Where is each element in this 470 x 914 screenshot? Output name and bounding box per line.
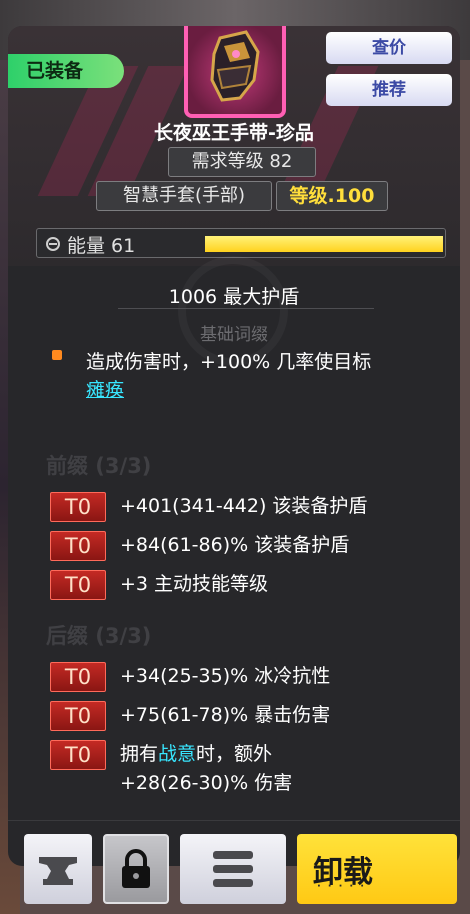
divider <box>118 308 374 309</box>
tier-badge: T0 <box>50 662 106 692</box>
item-level-badge: 等级.100 <box>276 181 388 211</box>
tier-badge: T0 <box>50 492 106 522</box>
anvil-icon <box>39 857 77 885</box>
anvil-button[interactable] <box>24 834 92 904</box>
prefix-section-title: 前缀 (3/3) <box>46 454 152 478</box>
affix-text-part: 时，额外 <box>196 743 273 765</box>
affix-text-part: 拥有 <box>120 743 159 765</box>
energy-label: 能量 61 <box>67 235 136 257</box>
unequip-dots: ····· <box>317 881 371 892</box>
affix-text: +34(25-35)% 冰冷抗性 <box>120 665 331 687</box>
menu-icon <box>213 851 253 887</box>
slot-type-badge: 智慧手套(手部) <box>96 181 272 211</box>
affix-text: +401(341-442) 该装备护盾 <box>120 495 368 517</box>
keyword-fighting-spirit[interactable]: 战意 <box>158 743 196 765</box>
main-stat: 1006 最大护盾 <box>168 286 300 308</box>
affix-text: +3 主动技能等级 <box>120 573 269 595</box>
affix-text: 拥有战意时，额外 +28(26-30)% 伤害 <box>120 740 292 798</box>
tier-badge: T0 <box>50 701 106 731</box>
item-name: 长夜巫王手带-珍品 <box>154 122 314 144</box>
prefix-affix-row: T0 +401(341-442) 该装备护盾 <box>50 492 450 522</box>
base-affix-text: 造成伤害时，+100% 几率使目标 瘫痪 <box>50 348 445 404</box>
price-check-button[interactable]: 查价 <box>326 32 452 64</box>
prefix-affix-row: T0 +84(61-86)% 该装备护盾 <box>50 531 450 561</box>
item-tooltip-panel: 已装备 查价 推荐 长夜巫王手带-珍品 需求等级 82 智慧手套(手部) 等级.… <box>8 26 460 866</box>
tier-badge: T0 <box>50 740 106 770</box>
tier-badge: T0 <box>50 531 106 561</box>
equipped-tag: 已装备 <box>8 54 124 88</box>
item-icon-frame[interactable] <box>184 26 286 118</box>
menu-button[interactable] <box>180 834 286 904</box>
affix-text: +75(61-78)% 暴击伤害 <box>120 704 331 726</box>
energy-bar <box>205 236 443 252</box>
energy-row: 能量 61 <box>36 228 446 258</box>
lock-button[interactable] <box>103 834 169 904</box>
unequip-button[interactable]: 卸载 ····· <box>297 834 457 904</box>
base-affix-desc: 造成伤害时，+100% 几率使目标 <box>86 351 372 373</box>
affix-text-line2: +28(26-30)% 伤害 <box>120 772 293 794</box>
base-affix-title: 基础词缀 <box>200 325 268 345</box>
keyword-paralysis-link[interactable]: 瘫痪 <box>86 379 124 401</box>
tier-badge: T0 <box>50 570 106 600</box>
recommend-button[interactable]: 推荐 <box>326 74 452 106</box>
suffix-section-title: 后缀 (3/3) <box>46 624 152 648</box>
suffix-affix-row: T0 +75(61-78)% 暴击伤害 <box>50 701 450 731</box>
suffix-affix-row: T0 拥有战意时，额外 +28(26-30)% 伤害 <box>50 740 450 798</box>
prefix-affix-row: T0 +3 主动技能等级 <box>50 570 450 600</box>
energy-bar-fill <box>205 236 443 252</box>
lock-icon <box>122 849 150 888</box>
suffix-affix-row: T0 +34(25-35)% 冰冷抗性 <box>50 662 450 692</box>
affix-text: +84(61-86)% 该装备护盾 <box>120 534 350 556</box>
divider <box>8 820 460 821</box>
energy-icon <box>46 237 60 251</box>
requirement-badge: 需求等级 82 <box>168 147 316 177</box>
gauntlet-icon <box>210 30 260 102</box>
